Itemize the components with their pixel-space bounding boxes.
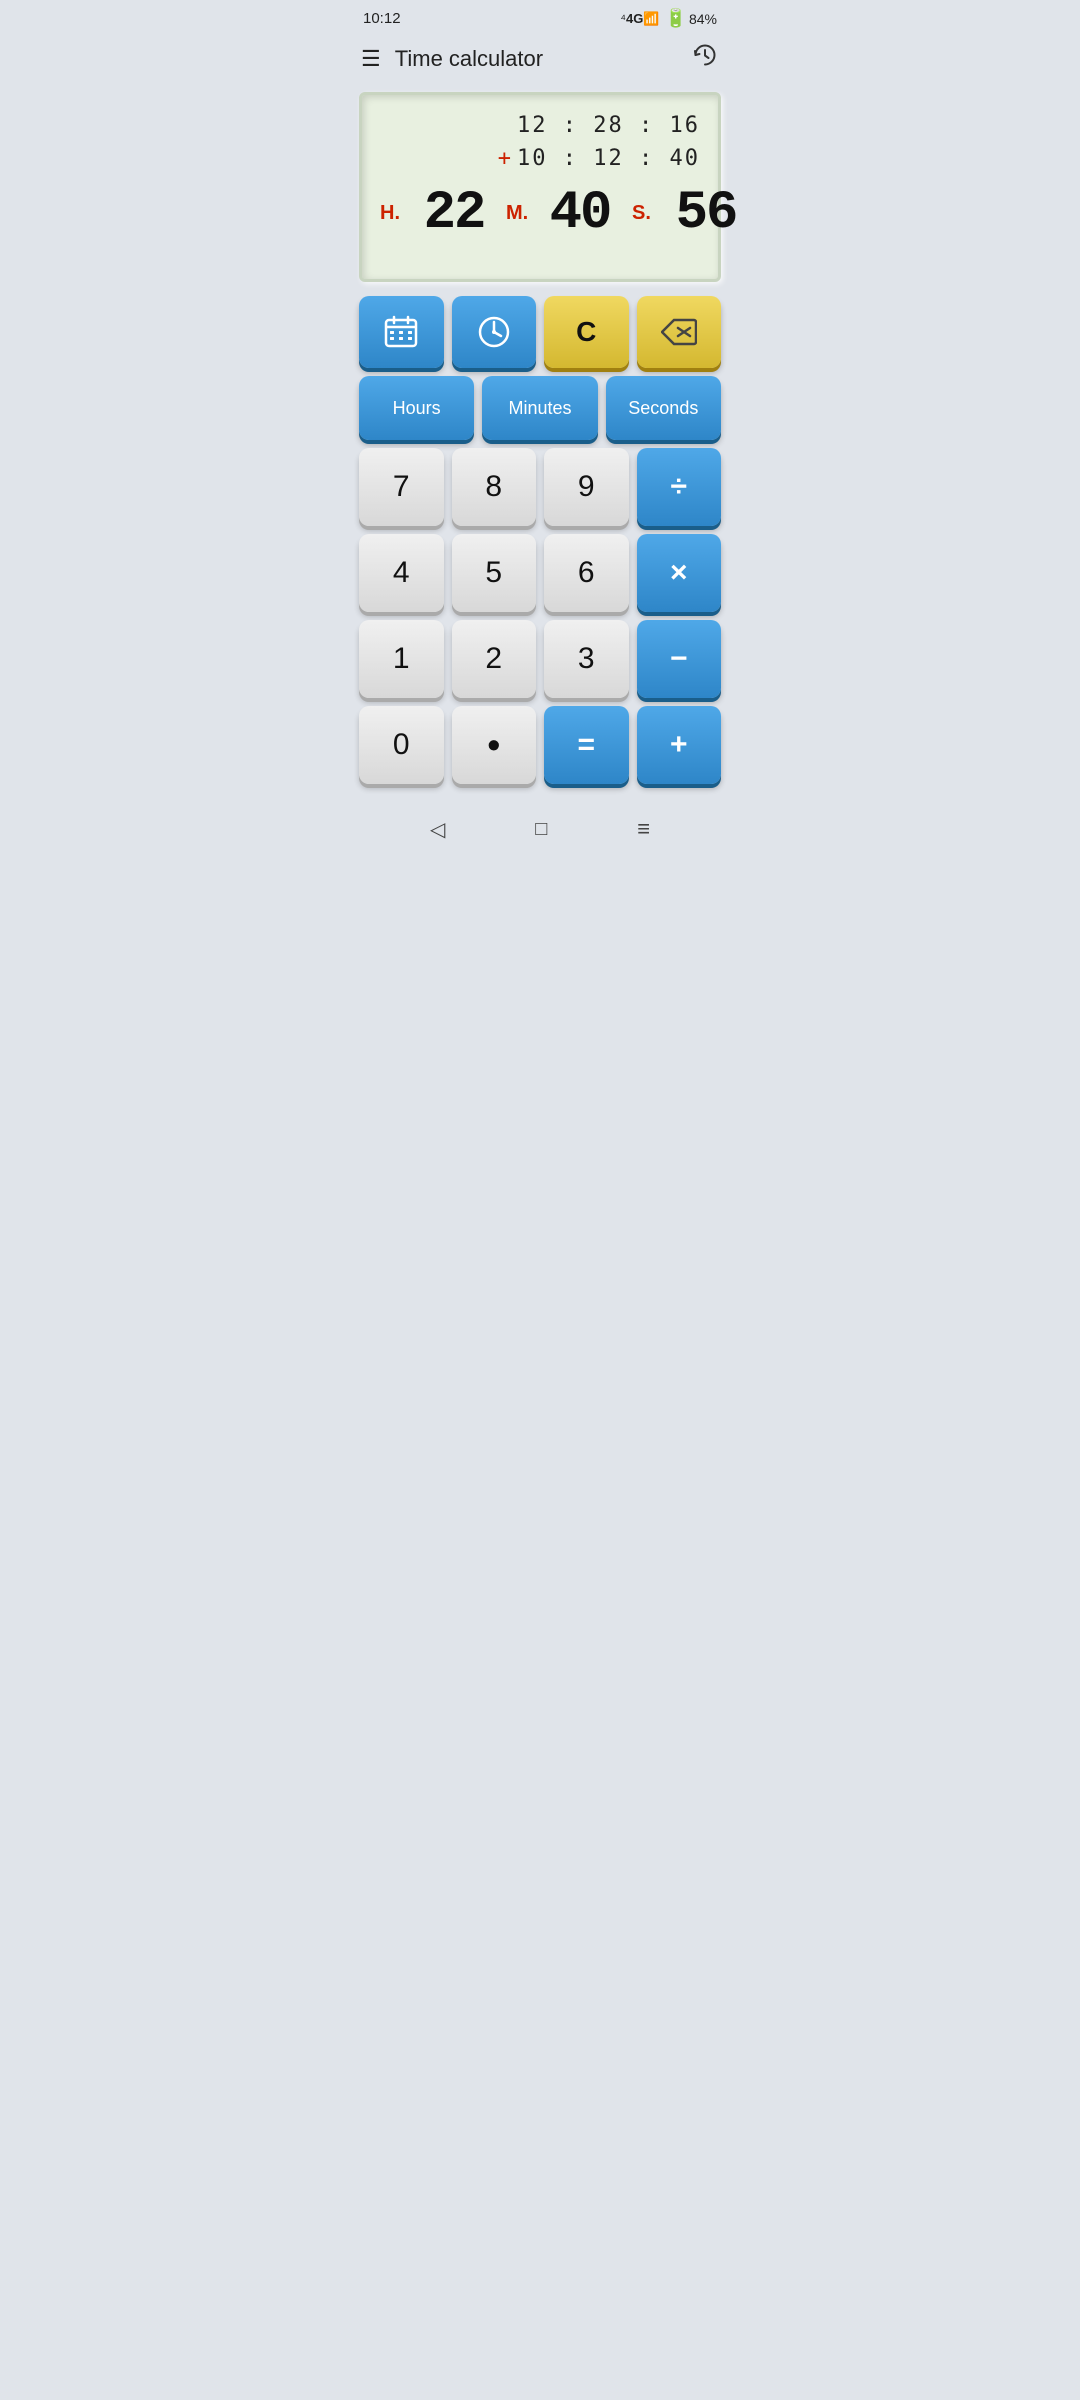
hours-value: 22 [414, 183, 494, 244]
btn-equals[interactable]: = [544, 706, 629, 784]
display-result: H. 22 M. 40 S. 56 [380, 183, 700, 244]
display-line1: 12 : 28 : 16 [380, 109, 700, 142]
hours-label: H. [380, 202, 410, 225]
display-line2: +10 : 12 : 40 [380, 142, 700, 175]
battery-container: 🔋 84% [665, 8, 717, 29]
calendar-button[interactable] [359, 296, 444, 368]
row-units: Hours Minutes Seconds [359, 376, 721, 440]
minutes-value: 40 [540, 183, 620, 244]
nav-bar: ◁ □ ≡ [345, 798, 735, 862]
result-seconds-group: S. 56 [632, 183, 746, 244]
minutes-button[interactable]: Minutes [482, 376, 597, 440]
minutes-label: M. [506, 202, 536, 225]
app-header: ☰ Time calculator [345, 33, 735, 84]
btn-6[interactable]: 6 [544, 534, 629, 612]
status-time: 10:12 [363, 10, 401, 27]
battery-percent: 84% [689, 11, 717, 27]
row-123: 1 2 3 − [359, 620, 721, 698]
btn-1[interactable]: 1 [359, 620, 444, 698]
clock-button[interactable] [452, 296, 537, 368]
btn-plus[interactable]: + [637, 706, 722, 784]
row-456: 4 5 6 × [359, 534, 721, 612]
menu-icon[interactable]: ☰ [361, 48, 381, 70]
seconds-value: 56 [666, 183, 746, 244]
row-0eq: 0 • = + [359, 706, 721, 784]
nav-back-button[interactable]: ◁ [416, 811, 459, 848]
btn-7[interactable]: 7 [359, 448, 444, 526]
btn-minus[interactable]: − [637, 620, 722, 698]
status-bar: 10:12 ⁴4G📶 🔋 84% [345, 0, 735, 33]
btn-8[interactable]: 8 [452, 448, 537, 526]
page-title: Time calculator [395, 46, 677, 72]
btn-9[interactable]: 9 [544, 448, 629, 526]
result-hours-group: H. 22 [380, 183, 494, 244]
btn-0[interactable]: 0 [359, 706, 444, 784]
hours-button[interactable]: Hours [359, 376, 474, 440]
minutes-label: Minutes [508, 398, 571, 419]
row-special: C [359, 296, 721, 368]
clear-label: C [576, 316, 596, 348]
clear-button[interactable]: C [544, 296, 629, 368]
row-789: 7 8 9 ÷ [359, 448, 721, 526]
nav-menu-button[interactable]: ≡ [623, 810, 664, 848]
btn-3[interactable]: 3 [544, 620, 629, 698]
keypad: C Hours Minutes Seconds 7 8 9 [345, 296, 735, 798]
status-right: ⁴4G📶 🔋 84% [620, 8, 717, 29]
backspace-button[interactable] [637, 296, 722, 368]
display-equations: 12 : 28 : 16 +10 : 12 : 40 [380, 109, 700, 175]
btn-divide[interactable]: ÷ [637, 448, 722, 526]
seconds-button[interactable]: Seconds [606, 376, 721, 440]
btn-4[interactable]: 4 [359, 534, 444, 612]
seconds-label: Seconds [628, 398, 698, 419]
nav-home-button[interactable]: □ [521, 812, 561, 847]
btn-dot[interactable]: • [452, 706, 537, 784]
calculator-display: 12 : 28 : 16 +10 : 12 : 40 H. 22 M. 40 S… [359, 92, 721, 282]
seconds-label: S. [632, 202, 662, 225]
signal-icon: ⁴4G📶 [620, 11, 659, 27]
btn-5[interactable]: 5 [452, 534, 537, 612]
btn-multiply[interactable]: × [637, 534, 722, 612]
hours-label: Hours [393, 398, 441, 419]
result-minutes-group: M. 40 [506, 183, 620, 244]
plus-sign: + [498, 146, 513, 171]
btn-2[interactable]: 2 [452, 620, 537, 698]
history-icon[interactable] [691, 41, 719, 76]
